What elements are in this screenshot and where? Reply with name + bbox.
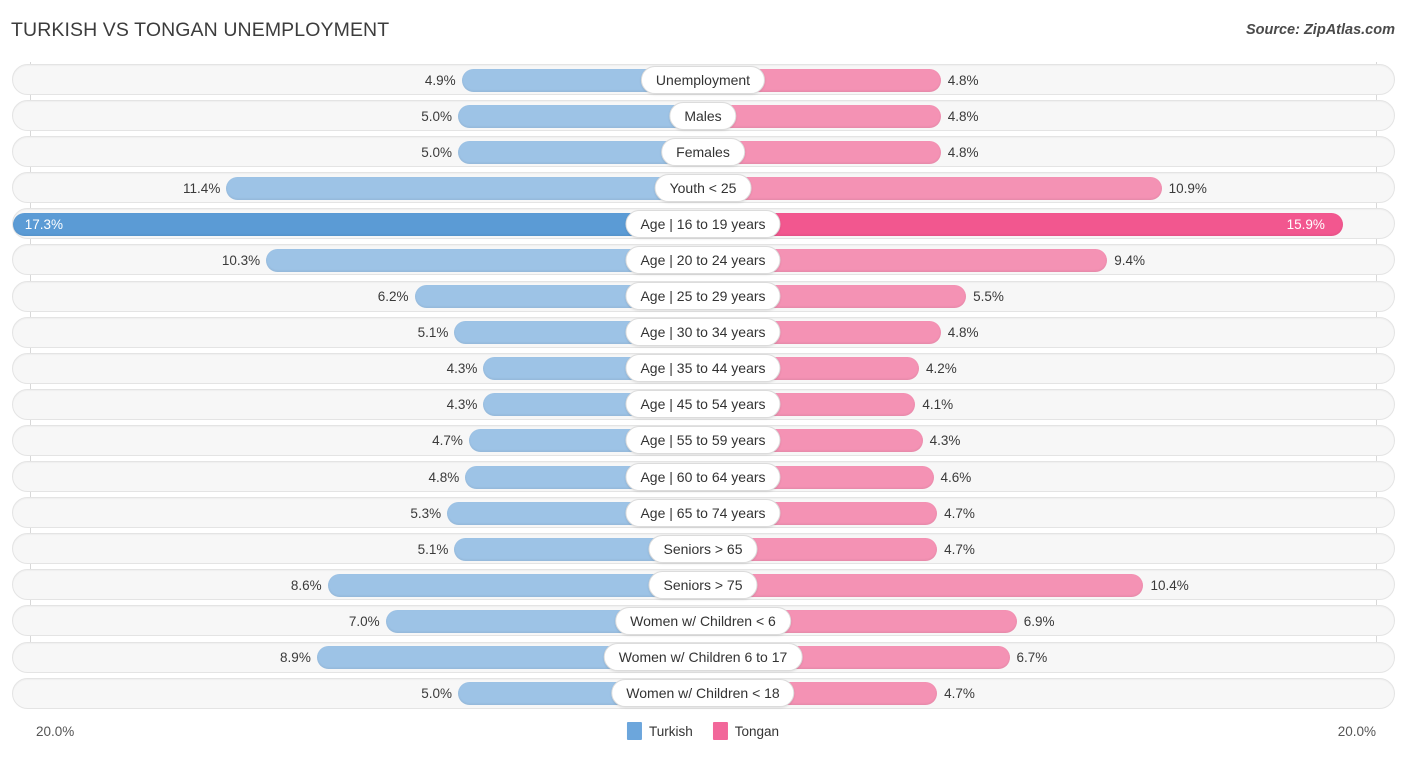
plot-area: 4.9% 4.8% Unemployment 5.0% 4.8% Males 5.0% 4.8… xyxy=(0,62,1406,717)
axis-label-right: 20.0% xyxy=(1337,724,1376,739)
value-label-tongan: 10.4% xyxy=(1150,577,1189,593)
bar-tongan[interactable] xyxy=(703,104,941,128)
bar-tongan[interactable] xyxy=(703,573,1144,597)
value-label-tongan: 4.1% xyxy=(922,397,954,413)
value-label-turkish: 5.0% xyxy=(421,108,452,124)
category-label[interactable]: Age | 60 to 64 years xyxy=(625,462,781,491)
table-row[interactable]: 10.3% 9.4% Age | 20 to 24 years xyxy=(0,242,1406,278)
value-label-turkish: 8.9% xyxy=(280,650,311,665)
category-label[interactable]: Age | 16 to 19 years xyxy=(625,209,781,238)
value-label-tongan: 4.2% xyxy=(926,361,957,377)
value-label-tongan: 6.7% xyxy=(1016,650,1048,665)
value-label-turkish: 17.3% xyxy=(24,216,64,232)
table-row[interactable]: 5.3% 4.7% Age | 65 to 74 years xyxy=(0,495,1406,531)
table-row[interactable]: 4.9% 4.8% Unemployment xyxy=(0,62,1406,98)
value-label-tongan: 6.9% xyxy=(1023,613,1055,629)
table-row[interactable]: 5.1% 4.7% Seniors > 65 xyxy=(0,531,1406,567)
value-label-tongan: 15.9% xyxy=(1286,216,1325,232)
category-label[interactable]: Women w/ Children < 6 xyxy=(615,606,791,635)
value-label-tongan: 4.3% xyxy=(929,433,961,449)
value-label-tongan: 4.7% xyxy=(944,541,975,557)
value-label-turkish: 4.3% xyxy=(446,361,478,377)
table-row[interactable]: 11.4% 10.9% Youth < 25 xyxy=(0,170,1406,206)
bar-tongan[interactable] xyxy=(703,176,1162,200)
table-row[interactable]: 4.7% 4.3% Age | 55 to 59 years xyxy=(0,423,1406,459)
value-label-tongan: 4.7% xyxy=(944,505,975,521)
chart-root: TURKISH VS TONGAN UNEMPLOYMENT Source: Z… xyxy=(0,0,1406,757)
value-label-turkish: 4.7% xyxy=(432,433,463,449)
value-label-turkish: 4.3% xyxy=(446,397,478,413)
category-label[interactable]: Seniors > 75 xyxy=(648,570,758,599)
value-label-turkish: 11.4% xyxy=(183,180,221,196)
category-label[interactable]: Unemployment xyxy=(640,65,766,94)
value-label-turkish: 5.1% xyxy=(417,541,449,557)
value-label-turkish: 4.9% xyxy=(424,72,456,88)
legend: Turkish Tongan xyxy=(626,722,780,740)
bar-turkish[interactable] xyxy=(226,176,703,200)
source-attribution: Source: ZipAtlas.com xyxy=(1245,22,1395,38)
category-label[interactable]: Age | 65 to 74 years xyxy=(625,498,781,527)
value-label-tongan: 4.8% xyxy=(947,72,979,88)
axis-label-left: 20.0% xyxy=(36,724,75,739)
category-label[interactable]: Age | 55 to 59 years xyxy=(625,426,781,455)
value-label-turkish: 7.0% xyxy=(348,613,380,629)
value-label-tongan: 4.7% xyxy=(944,686,975,702)
table-row[interactable]: 17.3% 15.9% Age | 16 to 19 years xyxy=(0,206,1406,242)
category-label[interactable]: Age | 30 to 34 years xyxy=(625,318,781,347)
table-row[interactable]: 6.2% 5.5% Age | 25 to 29 years xyxy=(0,279,1406,315)
category-label[interactable]: Age | 45 to 54 years xyxy=(625,390,781,419)
category-label[interactable]: Seniors > 65 xyxy=(648,534,758,563)
category-label[interactable]: Males xyxy=(669,101,737,130)
legend-label: Turkish xyxy=(648,723,693,739)
value-label-tongan: 4.8% xyxy=(947,144,979,160)
table-row[interactable]: 5.1% 4.8% Age | 30 to 34 years xyxy=(0,315,1406,351)
legend-item[interactable]: Turkish xyxy=(626,722,693,740)
bar-turkish[interactable] xyxy=(458,104,703,128)
table-row[interactable]: 4.3% 4.1% Age | 45 to 54 years xyxy=(0,387,1406,423)
table-row[interactable]: 4.8% 4.6% Age | 60 to 64 years xyxy=(0,459,1406,495)
value-label-tongan: 9.4% xyxy=(1114,252,1146,268)
value-label-turkish: 8.6% xyxy=(290,577,322,593)
category-label[interactable]: Youth < 25 xyxy=(654,173,752,202)
bar-turkish[interactable] xyxy=(12,212,703,236)
bar-rows: 4.9% 4.8% Unemployment 5.0% 4.8% Males 5.0% 4.8… xyxy=(0,62,1406,712)
category-label[interactable]: Females xyxy=(661,137,745,166)
category-label[interactable]: Women w/ Children < 18 xyxy=(611,679,795,708)
legend-swatch-icon xyxy=(712,722,728,740)
legend-swatch-icon xyxy=(626,722,642,740)
table-row[interactable]: 5.0% 4.8% Females xyxy=(0,134,1406,170)
page-title: TURKISH VS TONGAN UNEMPLOYMENT xyxy=(11,19,390,41)
value-label-tongan: 5.5% xyxy=(973,289,1004,305)
category-label[interactable]: Age | 20 to 24 years xyxy=(625,245,781,274)
legend-item[interactable]: Tongan xyxy=(712,722,780,740)
table-row[interactable]: 5.0% 4.8% Males xyxy=(0,98,1406,134)
value-label-tongan: 4.8% xyxy=(947,108,979,124)
table-row[interactable]: 4.3% 4.2% Age | 35 to 44 years xyxy=(0,351,1406,387)
value-label-turkish: 10.3% xyxy=(221,252,261,268)
category-label[interactable]: Women w/ Children 6 to 17 xyxy=(603,643,803,671)
bar-turkish[interactable] xyxy=(327,573,703,597)
table-row[interactable]: 7.0% 6.9% Women w/ Children < 6 xyxy=(0,603,1406,639)
value-label-turkish: 6.2% xyxy=(377,289,409,305)
value-label-tongan: 4.8% xyxy=(947,325,979,341)
table-row[interactable]: 5.0% 4.7% Women w/ Children < 18 xyxy=(0,676,1406,712)
value-label-turkish: 5.3% xyxy=(410,505,442,521)
category-label[interactable]: Age | 35 to 44 years xyxy=(625,354,781,383)
legend-label: Tongan xyxy=(734,723,780,739)
bar-tongan[interactable] xyxy=(703,212,1343,236)
category-label[interactable]: Age | 25 to 29 years xyxy=(625,282,781,311)
value-label-tongan: 10.9% xyxy=(1168,180,1207,196)
table-row[interactable]: 8.6% 10.4% Seniors > 75 xyxy=(0,567,1406,603)
value-label-turkish: 5.1% xyxy=(417,325,449,341)
value-label-turkish: 4.8% xyxy=(428,469,460,485)
value-label-turkish: 5.0% xyxy=(421,144,452,160)
table-row[interactable]: 8.9% 6.7% Women w/ Children 6 to 17 xyxy=(0,640,1406,676)
value-label-tongan: 4.6% xyxy=(940,469,972,485)
chart-footer: 20.0% 20.0% Turkish Tongan xyxy=(0,715,1406,757)
value-label-turkish: 5.0% xyxy=(421,686,452,702)
